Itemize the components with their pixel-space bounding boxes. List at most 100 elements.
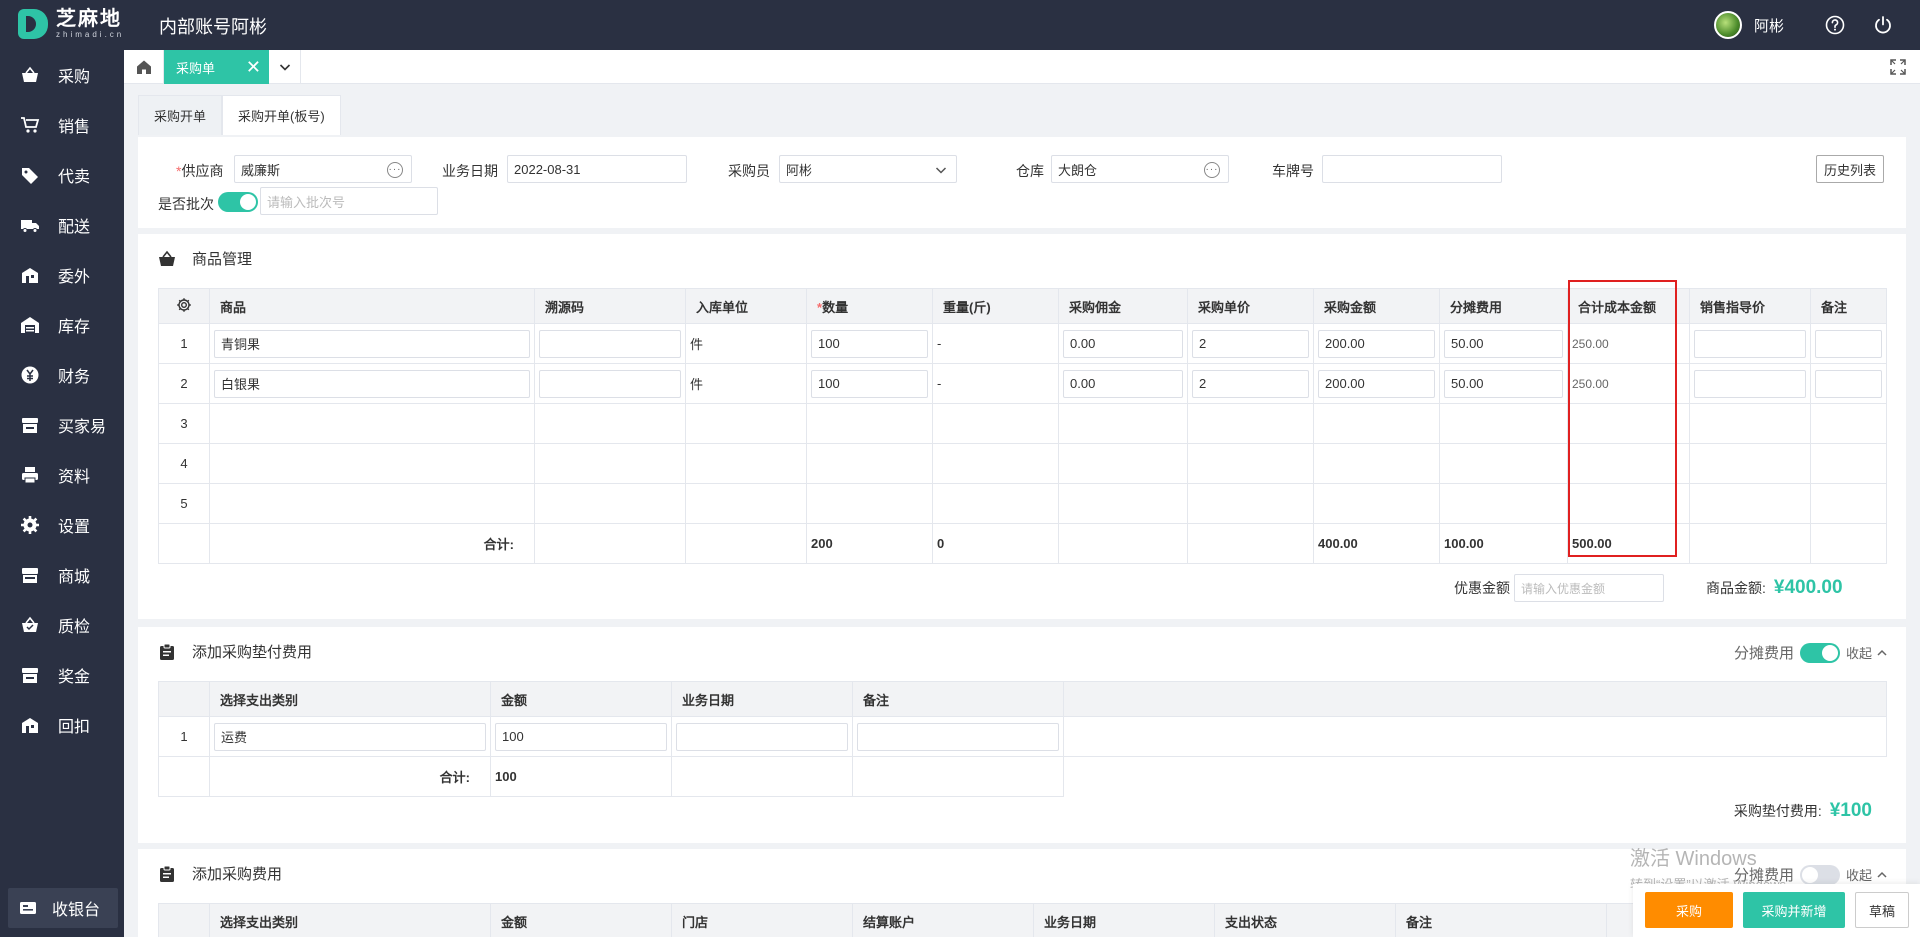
rebate-icon — [20, 715, 40, 735]
cart-icon — [20, 115, 40, 135]
sidebar-item-8[interactable]: 资料 — [0, 450, 124, 500]
draft-button[interactable]: 草稿 — [1855, 892, 1909, 928]
sidebar: 采购 销售代卖配送 委外 库存 财务 买家易 资料设置商城 质检 奖金 回扣 收银台 — [0, 50, 124, 937]
logo[interactable]: 芝麻地 zhimadi.cn — [18, 9, 124, 39]
sidebar-item-9[interactable]: 设置 — [0, 500, 124, 550]
batch-switch[interactable] — [218, 192, 258, 212]
price-input[interactable]: 2 — [1192, 329, 1309, 358]
share-fee-input[interactable]: 50.00 — [1444, 329, 1563, 358]
col-total-cost: 合计成本金额 — [1567, 288, 1690, 324]
purchase-button[interactable]: 采购 — [1645, 892, 1733, 928]
sidebar-item-7[interactable]: 买家易 — [0, 400, 124, 450]
goods-total-label: 商品金额: — [1706, 580, 1766, 596]
sidebar-item-11[interactable]: 质检 — [0, 600, 124, 650]
sidebar-item-6[interactable]: 财务 — [0, 350, 124, 400]
share-fee-input[interactable]: 50.00 — [1444, 369, 1563, 398]
discount-input[interactable]: 请输入优惠金额 — [1514, 574, 1664, 602]
col-amount: 金额 — [490, 681, 672, 717]
sidebar-item-3[interactable]: 配送 — [0, 200, 124, 250]
col-product: 商品 — [209, 288, 535, 324]
close-icon[interactable]: ✕ — [246, 58, 261, 76]
commission-input[interactable]: 0.00 — [1063, 369, 1183, 398]
share-fee-switch[interactable] — [1799, 642, 1840, 663]
date-input[interactable] — [676, 722, 848, 751]
advance-total: 采购垫付费用: ¥100 — [1734, 800, 1872, 822]
subtab-purchase-order[interactable]: 采购开单 — [138, 95, 223, 135]
chevron-up-icon[interactable] — [1876, 647, 1888, 659]
batch-input[interactable]: 请输入批次号 — [260, 187, 438, 215]
more-icon[interactable]: ··· — [387, 162, 403, 178]
clipboard-icon — [158, 643, 176, 661]
power-icon[interactable] — [1872, 14, 1894, 36]
home-tab[interactable] — [124, 50, 164, 84]
tab-dropdown[interactable] — [269, 50, 301, 84]
date-input[interactable]: 2022-08-31 — [507, 155, 687, 183]
col-amount: 采购金额 — [1313, 288, 1440, 324]
buyer-label: 采购员 — [728, 163, 770, 179]
sidebar-item-label: 代卖 — [58, 169, 91, 186]
column-settings[interactable] — [158, 288, 210, 324]
sidebar-item-0[interactable]: 采购 — [0, 50, 124, 100]
note-input[interactable] — [857, 722, 1059, 751]
tab-purchase-order[interactable]: 采购单 ✕ — [164, 50, 269, 84]
collapse-button[interactable]: 收起 — [1846, 643, 1872, 662]
sidebar-item-5[interactable]: 库存 — [0, 300, 124, 350]
expense-category-input[interactable]: 运费 — [214, 722, 486, 751]
amount-input[interactable]: 200.00 — [1318, 329, 1435, 358]
discount-label: 优惠金额 — [1454, 580, 1510, 596]
chevron-down-icon — [935, 167, 947, 174]
batch-label: 是否批次 — [158, 196, 214, 212]
qty-input[interactable]: 100 — [811, 369, 928, 398]
commission-input[interactable]: 0.00 — [1063, 329, 1183, 358]
help-icon[interactable] — [1824, 14, 1846, 36]
advance-fee-table: 选择支出类别 金额 业务日期 备注 1 运费 100 合计: 100 — [158, 681, 1887, 797]
history-list-button[interactable]: 历史列表 — [1816, 155, 1885, 183]
sidebar-item-4[interactable]: 委外 — [0, 250, 124, 300]
sidebar-item-10[interactable]: 商城 — [0, 550, 124, 600]
sidebar-item-13[interactable]: 回扣 — [0, 700, 124, 750]
subtab-purchase-order-board[interactable]: 采购开单(板号) — [222, 95, 341, 135]
building-icon — [20, 265, 40, 285]
fullscreen-icon[interactable] — [1890, 59, 1906, 78]
amount-input[interactable]: 200.00 — [1318, 369, 1435, 398]
sidebar-item-12[interactable]: 奖金 — [0, 650, 124, 700]
collapse-button[interactable]: 收起 — [1846, 865, 1872, 884]
product-input[interactable]: 青铜果 — [214, 329, 530, 358]
sum-total-cost: 500.00 — [1567, 523, 1690, 564]
buyer-select[interactable]: 阿彬 — [779, 155, 957, 183]
unit-cell: 件 — [685, 363, 807, 404]
price-input[interactable]: 2 — [1192, 369, 1309, 398]
shop-icon — [20, 565, 40, 585]
plate-label: 车牌号 — [1272, 163, 1314, 179]
sale-price-input[interactable] — [1694, 329, 1806, 358]
warehouse-select[interactable]: 大朗仓 ··· — [1051, 155, 1229, 183]
avatar[interactable] — [1713, 11, 1742, 39]
supplier-select[interactable]: 威廉斯 ··· — [234, 155, 412, 183]
purchase-and-new-button[interactable]: 采购并新增 — [1743, 892, 1845, 928]
weight-cell: - — [932, 323, 1059, 364]
sidebar-item-label: 设置 — [58, 519, 91, 536]
cashier-button[interactable]: 收银台 — [8, 888, 118, 928]
chevron-up-icon[interactable] — [1876, 869, 1888, 881]
product-input[interactable]: 白银果 — [214, 369, 530, 398]
sidebar-item-2[interactable]: 代卖 — [0, 150, 124, 200]
more-icon[interactable]: ··· — [1204, 162, 1220, 178]
trace-code-input[interactable] — [539, 369, 681, 398]
note-input[interactable] — [1815, 369, 1882, 398]
bonus-icon — [20, 665, 40, 685]
sidebar-menu: 采购 销售代卖配送 委外 库存 财务 买家易 资料设置商城 质检 奖金 回扣 — [0, 50, 124, 750]
row-index: 1 — [158, 323, 210, 364]
warehouse-icon — [20, 315, 40, 335]
amount-input[interactable]: 100 — [495, 722, 667, 751]
logo-subtext: zhimadi.cn — [56, 30, 125, 39]
qty-input[interactable]: 100 — [811, 329, 928, 358]
sidebar-item-1[interactable]: 销售 — [0, 100, 124, 150]
gear-icon — [20, 515, 40, 535]
sale-price-input[interactable] — [1694, 369, 1806, 398]
trace-code-input[interactable] — [539, 329, 681, 358]
share-fee-switch[interactable] — [1799, 864, 1840, 885]
note-input[interactable] — [1815, 329, 1882, 358]
plate-input[interactable] — [1322, 155, 1502, 183]
user-name[interactable]: 阿彬 — [1754, 15, 1784, 36]
table-row: 1 青铜果 件 100-0.00 2 200.00 50.00 250.00 — [158, 323, 1887, 364]
